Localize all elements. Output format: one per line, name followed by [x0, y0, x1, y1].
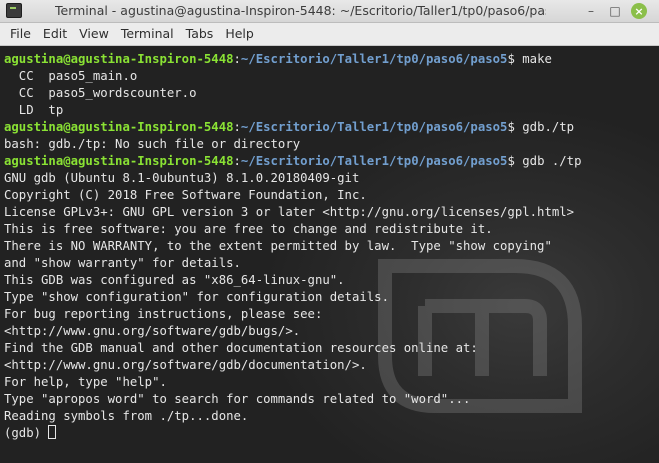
- output-line: <http://www.gnu.org/software/gdb/bugs/>.: [4, 324, 301, 338]
- prompt-user-host: agustina@agustina-Inspiron-5448: [4, 52, 234, 66]
- prompt-user-host: agustina@agustina-Inspiron-5448: [4, 120, 234, 134]
- command-text: gdb./tp: [522, 120, 575, 134]
- minimize-button[interactable]: –: [582, 2, 600, 20]
- output-line: and "show warranty" for details.: [4, 256, 241, 270]
- output-line: bash: gdb./tp: No such file or directory: [4, 137, 301, 151]
- menu-help[interactable]: Help: [219, 23, 260, 45]
- menu-file[interactable]: File: [0, 23, 37, 45]
- gdb-prompt: (gdb): [4, 426, 49, 440]
- output-line: Find the GDB manual and other documentat…: [4, 341, 478, 355]
- prompt-line: agustina@agustina-Inspiron-5448:~/Escrit…: [4, 119, 582, 136]
- terminal-app-icon: [6, 3, 22, 18]
- output-line: LD tp: [4, 103, 64, 117]
- prompt-separator: :: [233, 154, 241, 168]
- prompt-symbol: $: [507, 120, 523, 134]
- text-cursor: [48, 425, 57, 439]
- prompt-separator: :: [233, 52, 241, 66]
- output-line: Reading symbols from ./tp...done.: [4, 409, 249, 423]
- output-line: License GPLv3+: GNU GPL version 3 or lat…: [4, 205, 575, 219]
- prompt-path: ~/Escritorio/Taller1/tp0/paso6/paso5: [240, 120, 508, 134]
- prompt-line: agustina@agustina-Inspiron-5448:~/Escrit…: [4, 153, 582, 170]
- command-text: gdb ./tp: [522, 154, 582, 168]
- output-line: CC paso5_main.o: [4, 69, 138, 83]
- close-button[interactable]: ×: [630, 2, 648, 20]
- menu-bar: File Edit View Terminal Tabs Help: [0, 23, 659, 46]
- output-line: Type "show configuration" for configurat…: [4, 290, 389, 304]
- output-line: For bug reporting instructions, please s…: [4, 307, 323, 321]
- prompt-line: agustina@agustina-Inspiron-5448:~/Escrit…: [4, 51, 582, 68]
- title-bar[interactable]: Terminal - agustina@agustina-Inspiron-54…: [0, 0, 659, 23]
- prompt-separator: :: [233, 120, 241, 134]
- output-line: There is NO WARRANTY, to the extent perm…: [4, 239, 552, 253]
- output-line: This is free software: you are free to c…: [4, 222, 493, 236]
- terminal-output: agustina@agustina-Inspiron-5448:~/Escrit…: [4, 51, 582, 442]
- command-text: make: [522, 52, 552, 66]
- prompt-path: ~/Escritorio/Taller1/tp0/paso6/paso5: [240, 154, 508, 168]
- maximize-button[interactable]: □: [606, 2, 624, 20]
- menu-tabs[interactable]: Tabs: [180, 23, 220, 45]
- output-line: Type "apropos word" to search for comman…: [4, 392, 471, 406]
- output-line: GNU gdb (Ubuntu 8.1-0ubuntu3) 8.1.0.2018…: [4, 171, 360, 185]
- prompt-path: ~/Escritorio/Taller1/tp0/paso6/paso5: [240, 52, 508, 66]
- output-line: For help, type "help".: [4, 375, 167, 389]
- output-line: This GDB was configured as "x86_64-linux…: [4, 273, 345, 287]
- menu-terminal[interactable]: Terminal: [115, 23, 180, 45]
- menu-edit[interactable]: Edit: [37, 23, 73, 45]
- prompt-user-host: agustina@agustina-Inspiron-5448: [4, 154, 234, 168]
- close-icon: ×: [631, 3, 647, 19]
- menu-view[interactable]: View: [73, 23, 115, 45]
- output-line: Copyright (C) 2018 Free Software Foundat…: [4, 188, 367, 202]
- terminal-area[interactable]: agustina@agustina-Inspiron-5448:~/Escrit…: [0, 46, 659, 463]
- prompt-symbol: $: [507, 154, 523, 168]
- prompt-symbol: $: [507, 52, 523, 66]
- gdb-prompt-line: (gdb): [4, 425, 582, 442]
- output-line: <http://www.gnu.org/software/gdb/documen…: [4, 358, 367, 372]
- output-line: CC paso5_wordscounter.o: [4, 86, 197, 100]
- window-title: Terminal - agustina@agustina-Inspiron-54…: [55, 3, 546, 18]
